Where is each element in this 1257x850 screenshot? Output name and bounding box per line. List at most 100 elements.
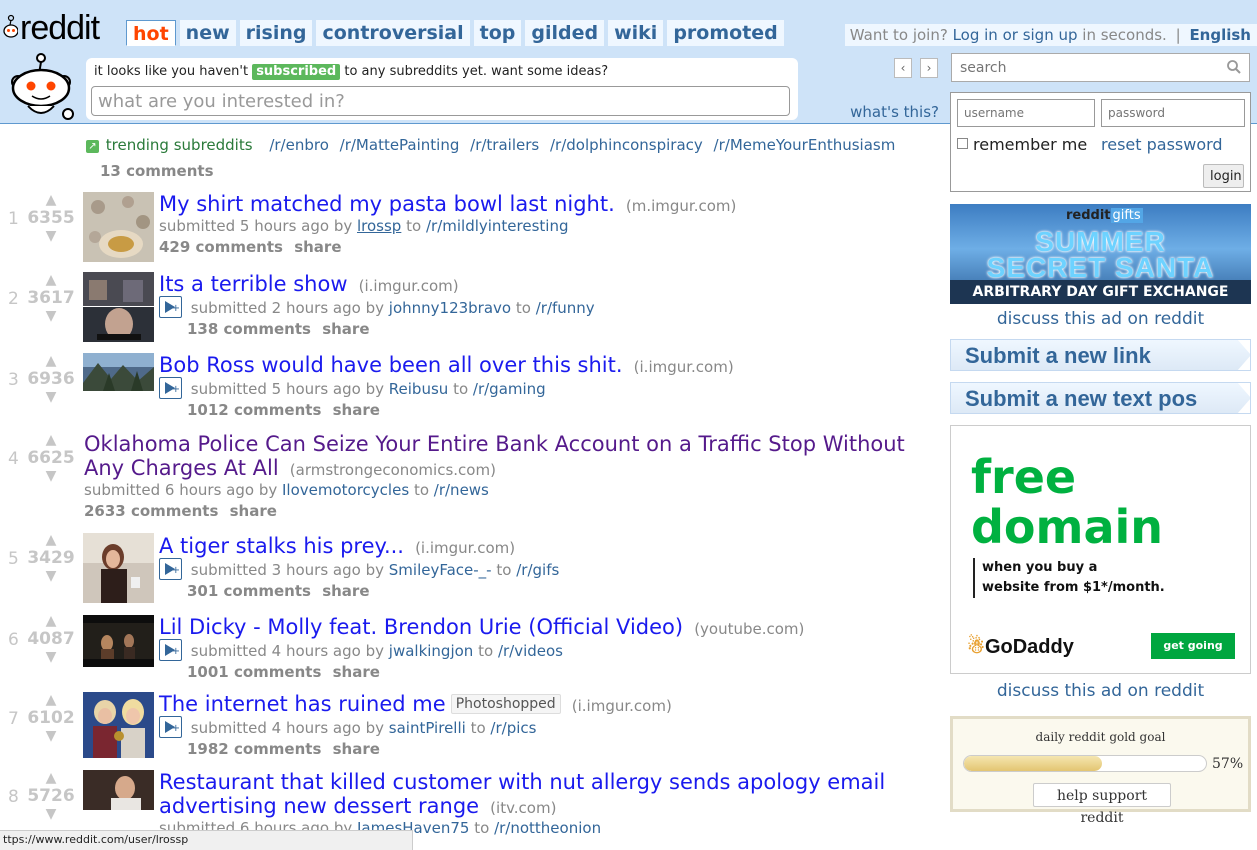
- tab-promoted[interactable]: promoted: [667, 20, 784, 46]
- thumbnail[interactable]: [83, 770, 154, 810]
- prev-suggestion-button[interactable]: ‹: [894, 58, 912, 78]
- username-field[interactable]: [957, 99, 1095, 127]
- share-link[interactable]: share: [294, 238, 341, 256]
- thumbnail[interactable]: [83, 533, 154, 603]
- remember-me-checkbox[interactable]: remember me: [957, 135, 1087, 154]
- trending-sub-link[interactable]: /r/trailers: [470, 136, 539, 154]
- thumbnail[interactable]: [83, 272, 154, 342]
- thumbnail[interactable]: [83, 353, 154, 391]
- reset-password-link[interactable]: reset password: [1101, 135, 1223, 154]
- tab-controversial[interactable]: controversial: [316, 20, 470, 46]
- author-link[interactable]: jwalkingjon: [389, 642, 474, 660]
- trending-sub-link[interactable]: /r/dolphinconspiracy: [550, 136, 703, 154]
- downvote-arrow-icon[interactable]: ▼: [26, 728, 76, 744]
- downvote-arrow-icon[interactable]: ▼: [26, 649, 76, 665]
- get-going-button[interactable]: get going: [1151, 633, 1235, 659]
- upvote-arrow-icon[interactable]: ▲: [26, 770, 76, 786]
- tab-gilded[interactable]: gilded: [525, 20, 605, 46]
- link-domain[interactable]: (i.imgur.com): [415, 539, 515, 557]
- comments-link[interactable]: 1001 comments: [187, 663, 321, 681]
- share-link[interactable]: share: [333, 740, 380, 758]
- link-domain[interactable]: (itv.com): [490, 799, 556, 817]
- upvote-arrow-icon[interactable]: ▲: [26, 353, 76, 369]
- tab-new[interactable]: new: [179, 20, 236, 46]
- link-title[interactable]: A tiger stalks his prey...: [159, 534, 404, 558]
- thumbnail[interactable]: [83, 615, 154, 667]
- expando-play-icon[interactable]: [159, 558, 182, 581]
- thumbnail[interactable]: [83, 192, 154, 262]
- trending-sub-link[interactable]: /r/MattePainting: [340, 136, 460, 154]
- comments-link[interactable]: 2633 comments: [84, 502, 218, 520]
- submit-text-button[interactable]: Submit a new text pos: [950, 382, 1251, 414]
- link-title[interactable]: The internet has ruined me: [159, 692, 446, 716]
- link-title[interactable]: Lil Dicky - Molly feat. Brendon Urie (Of…: [159, 615, 683, 639]
- search-icon[interactable]: [1226, 59, 1242, 75]
- expando-play-icon[interactable]: [159, 296, 182, 319]
- downvote-arrow-icon[interactable]: ▼: [26, 468, 76, 484]
- tab-wiki[interactable]: wiki: [608, 20, 664, 46]
- share-link[interactable]: share: [322, 320, 369, 338]
- downvote-arrow-icon[interactable]: ▼: [26, 806, 76, 822]
- upvote-arrow-icon[interactable]: ▲: [26, 192, 76, 208]
- author-link[interactable]: saintPirelli: [389, 719, 466, 737]
- comments-link[interactable]: 138 comments: [187, 320, 311, 338]
- trending-sub-link[interactable]: /r/enbro: [269, 136, 329, 154]
- link-domain[interactable]: (i.imgur.com): [572, 697, 672, 715]
- downvote-arrow-icon[interactable]: ▼: [26, 228, 76, 244]
- downvote-arrow-icon[interactable]: ▼: [26, 389, 76, 405]
- link-title[interactable]: My shirt matched my pasta bowl last nigh…: [159, 192, 615, 216]
- comments-link[interactable]: 1012 comments: [187, 401, 321, 419]
- tab-rising[interactable]: rising: [239, 20, 313, 46]
- discuss-ad-link[interactable]: discuss this ad on reddit: [950, 309, 1251, 329]
- subreddit-link[interactable]: /r/nottheonion: [494, 819, 601, 837]
- thumbnail[interactable]: [83, 692, 154, 758]
- upvote-arrow-icon[interactable]: ▲: [26, 432, 76, 448]
- subreddit-link[interactable]: /r/pics: [490, 719, 536, 737]
- trending-sub-link[interactable]: /r/MemeYourEnthusiasm: [714, 136, 896, 154]
- author-link[interactable]: SmileyFace-_-: [389, 561, 492, 579]
- comments-link[interactable]: 1982 comments: [187, 740, 321, 758]
- share-link[interactable]: share: [333, 401, 380, 419]
- subreddit-link[interactable]: /r/funny: [536, 299, 595, 317]
- link-title[interactable]: Bob Ross would have been all over this s…: [159, 353, 623, 377]
- share-link[interactable]: share: [333, 663, 380, 681]
- login-button[interactable]: login: [1203, 164, 1244, 188]
- upvote-arrow-icon[interactable]: ▲: [26, 272, 76, 288]
- comments-link[interactable]: 429 comments: [159, 238, 283, 256]
- link-domain[interactable]: (m.imgur.com): [626, 197, 737, 215]
- subreddit-link[interactable]: /r/gifs: [516, 561, 559, 579]
- link-domain[interactable]: (i.imgur.com): [359, 277, 459, 295]
- link-domain[interactable]: (youtube.com): [694, 620, 804, 638]
- expando-play-icon[interactable]: [159, 377, 182, 400]
- comments-link[interactable]: 301 comments: [187, 582, 311, 600]
- next-suggestion-button[interactable]: ›: [920, 58, 938, 78]
- search-input[interactable]: [951, 53, 1250, 82]
- author-link[interactable]: Reibusu: [389, 380, 449, 398]
- subreddit-link[interactable]: /r/news: [434, 481, 489, 499]
- link-domain[interactable]: (i.imgur.com): [634, 358, 734, 376]
- trending-comments-link[interactable]: 13 comments: [100, 162, 214, 180]
- upvote-arrow-icon[interactable]: ▲: [26, 692, 76, 708]
- subreddit-link[interactable]: /r/videos: [498, 642, 563, 660]
- submit-link-button[interactable]: Submit a new link: [950, 339, 1251, 371]
- reddit-gifts-ad[interactable]: reddit gifts SUMMER SECRET SANTA ARBITRAR…: [950, 204, 1251, 304]
- interest-search-input[interactable]: [91, 86, 790, 116]
- checkbox-icon[interactable]: [957, 138, 968, 149]
- author-link[interactable]: Ilovemotorcycles: [282, 481, 409, 499]
- downvote-arrow-icon[interactable]: ▼: [26, 568, 76, 584]
- godaddy-ad[interactable]: free domain when you buy a website from …: [950, 425, 1251, 674]
- help-support-button[interactable]: help support reddit: [1033, 783, 1171, 826]
- upvote-arrow-icon[interactable]: ▲: [26, 532, 76, 548]
- upvote-arrow-icon[interactable]: ▲: [26, 613, 76, 629]
- tab-top[interactable]: top: [473, 20, 522, 46]
- login-signup-link[interactable]: Log in or sign up: [953, 26, 1078, 44]
- link-domain[interactable]: (armstrongeconomics.com): [290, 461, 496, 479]
- author-link[interactable]: lrossp: [357, 217, 401, 235]
- expando-play-icon[interactable]: [159, 716, 182, 739]
- expando-play-icon[interactable]: [159, 639, 182, 662]
- tab-hot[interactable]: hot: [126, 20, 176, 46]
- subreddit-link[interactable]: /r/gaming: [473, 380, 546, 398]
- author-link[interactable]: johnny123bravo: [389, 299, 511, 317]
- downvote-arrow-icon[interactable]: ▼: [26, 308, 76, 324]
- password-field[interactable]: [1101, 99, 1245, 127]
